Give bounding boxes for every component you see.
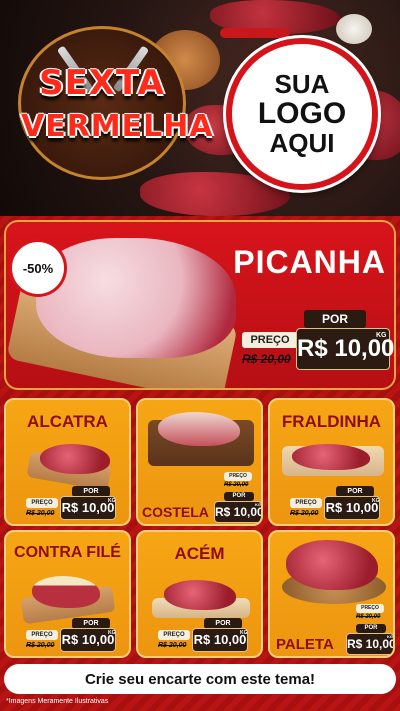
- por-label: POR: [224, 492, 254, 501]
- product-card: ALCATRA POR PREÇO R$ 20,00 R$ 10,00 KG: [4, 398, 131, 526]
- preco-label: PREÇO: [158, 630, 190, 640]
- price-tag: PREÇO R$ 20,00 POR R$ 10,00 KG: [346, 604, 393, 656]
- old-price: R$ 20,00: [242, 352, 291, 366]
- featured-price-tag: POR PREÇO R$ 20,00 R$ 10,00 KG: [236, 310, 394, 376]
- preco-label: PREÇO: [242, 332, 298, 348]
- acem-image: [164, 580, 236, 610]
- costela-image: [158, 412, 240, 446]
- old-price: R$ 20,00: [356, 614, 381, 620]
- product-name: CONTRA FILÉ: [14, 544, 121, 561]
- product-card: CONTRA FILÉ POR PREÇO R$ 20,00 R$ 10,00 …: [4, 530, 131, 658]
- paleta-image: [286, 540, 378, 590]
- featured-product-card: -50% PICANHA POR PREÇO R$ 20,00 R$ 10,00…: [4, 220, 396, 390]
- product-card: PREÇO R$ 20,00 POR R$ 10,00 KG PALETA: [268, 530, 395, 658]
- old-price: R$ 20,00: [158, 642, 187, 649]
- old-price: R$ 20,00: [26, 510, 55, 517]
- sexta-vermelha-logo: SEXTA VERMELHA: [18, 26, 214, 180]
- vermelha-text: VERMELHA: [21, 109, 214, 144]
- unit-label: KG: [255, 502, 261, 507]
- product-name: COSTELA: [142, 504, 209, 520]
- preco-label: PREÇO: [290, 498, 322, 508]
- disclaimer-text: *Imagens Meramente Ilustrativas: [6, 698, 109, 705]
- old-price: R$ 20,00: [224, 482, 249, 488]
- price-tag: POR PREÇO R$ 20,00 R$ 10,00 KG: [290, 486, 393, 524]
- logo-text-line2: LOGO: [257, 97, 347, 131]
- fraldinha-image: [292, 444, 370, 470]
- flyer-page: SEXTA VERMELHA SUA LOGO AQUI -50% PICANH…: [0, 0, 400, 711]
- preco-label: PREÇO: [224, 472, 252, 481]
- unit-label: KG: [387, 634, 393, 639]
- old-price: R$ 20,00: [26, 642, 55, 649]
- price-tag: POR PREÇO R$ 20,00 R$ 10,00 KG: [158, 618, 261, 656]
- contra-file-image: [32, 576, 100, 608]
- product-name: PALETA: [276, 636, 334, 653]
- garlic-image: [336, 14, 372, 44]
- por-label: POR: [304, 310, 366, 328]
- product-name: ACÉM: [174, 544, 225, 563]
- sexta-text: SEXTA: [39, 63, 165, 103]
- unit-label: KG: [108, 498, 116, 504]
- logo-placeholder: SUA LOGO AQUI: [226, 38, 378, 190]
- por-label: POR: [356, 624, 386, 633]
- featured-product-name: PICANHA: [233, 244, 386, 280]
- product-name: ALCATRA: [27, 412, 108, 431]
- product-name: FRALDINHA: [281, 412, 382, 431]
- unit-label: KG: [376, 332, 387, 339]
- price-tag: POR PREÇO R$ 20,00 R$ 10,00 KG: [26, 486, 129, 524]
- preco-label: PREÇO: [356, 604, 384, 613]
- preco-label: PREÇO: [26, 498, 58, 508]
- price-tag: POR PREÇO R$ 20,00 R$ 10,00 KG: [26, 618, 129, 656]
- product-card: FRALDINHA POR PREÇO R$ 20,00 R$ 10,00 KG: [268, 398, 395, 526]
- unit-label: KG: [372, 498, 380, 504]
- picanha-image: [36, 238, 236, 358]
- cta-banner[interactable]: Crie seu encarte com este tema!: [4, 664, 396, 694]
- unit-label: KG: [240, 630, 248, 636]
- price-tag: PREÇO R$ 20,00 POR R$ 10,00 KG: [214, 472, 261, 524]
- product-card: ACÉM POR PREÇO R$ 20,00 R$ 10,00 KG: [136, 530, 263, 658]
- alcatra-image: [40, 444, 110, 474]
- hero-banner: SEXTA VERMELHA SUA LOGO AQUI: [0, 0, 400, 216]
- logo-text-line3: AQUI: [269, 127, 335, 158]
- pepper-image: [220, 28, 290, 38]
- discount-badge: -50%: [12, 242, 64, 294]
- preco-label: PREÇO: [26, 630, 58, 640]
- logo-text-line1: SUA: [274, 68, 330, 99]
- unit-label: KG: [108, 630, 116, 636]
- old-price: R$ 20,00: [290, 510, 319, 517]
- product-card: PREÇO R$ 20,00 POR R$ 10,00 KG COSTELA: [136, 398, 263, 526]
